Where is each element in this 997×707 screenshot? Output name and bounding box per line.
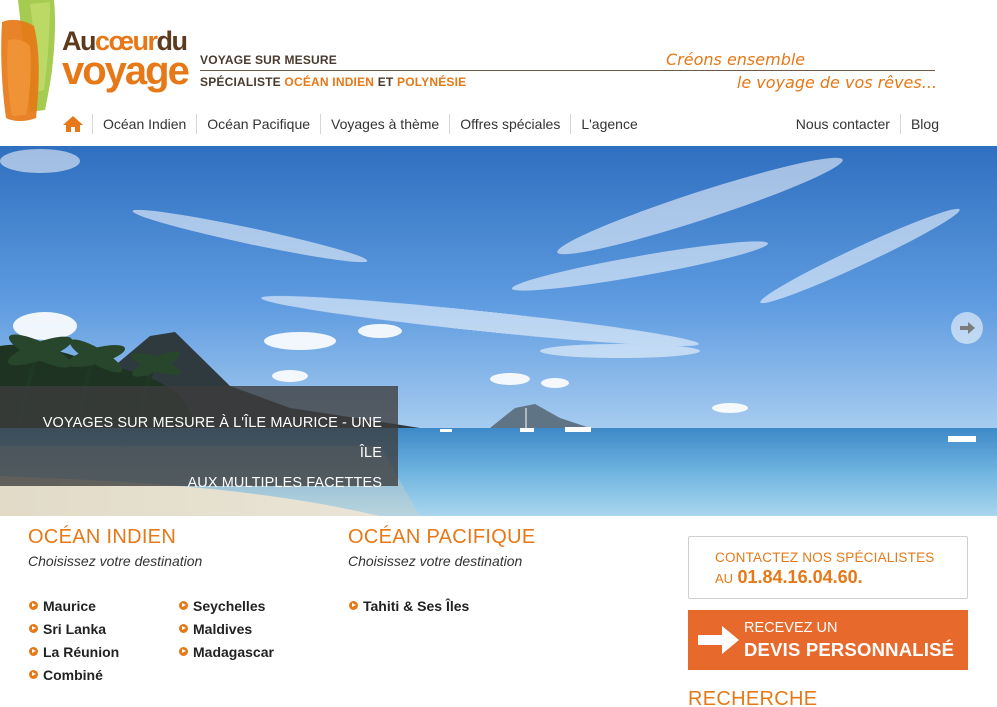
nav-item-offres-speciales[interactable]: Offres spéciales [449,114,570,134]
nav-item-contact[interactable]: Nous contacter [786,114,900,134]
main-nav: Océan Indien Océan Pacifique Voyages à t… [60,112,648,136]
ocean-pacifique-section: OCÉAN PACIFIQUE Choisissez votre destina… [348,526,536,569]
contact-box: CONTACTEZ NOS SPÉCIALISTES AU 01.84.16.0… [688,536,968,599]
recherche-title: RECHERCHE [688,688,818,707]
chevron-right-icon [179,624,188,633]
site-header: Aucœurdu voyage VOYAGE SUR MESURE SPÉCIA… [0,0,997,146]
devis-line1: RECEVEZ UN [744,620,838,636]
devis-button[interactable]: RECEVEZ UN DEVIS PERSONNALISÉ [688,610,968,670]
arrow-right-circle-icon [960,322,975,334]
hero-caption[interactable]: VOYAGES SUR MESURE À L'ÎLE MAURICE - UNE… [0,386,398,491]
dest-link-maurice[interactable]: Maurice [29,594,119,617]
contact-au: AU [715,571,734,586]
dest-link-maldives[interactable]: Maldives [179,617,274,640]
nav-item-ocean-indien[interactable]: Océan Indien [92,114,196,134]
hero-slider[interactable]: VOYAGES SUR MESURE À L'ÎLE MAURICE - UNE… [0,146,997,516]
chevron-right-icon [179,601,188,610]
ocean-indien-subtitle: Choisissez votre destination [28,553,203,569]
tagline-line2: SPÉCIALISTE OCÉAN INDIEN ET POLYNÉSIE [200,75,467,89]
chevron-right-icon [29,670,38,679]
dest-link-tahiti[interactable]: Tahiti & Ses Îles [349,594,469,617]
ocean-pacifique-subtitle: Choisissez votre destination [348,553,523,569]
ocean-indien-list-2: Seychelles Maldives Madagascar [179,594,274,663]
chevron-right-icon [29,647,38,656]
hero-caption-line2: AUX MULTIPLES FACETTES [187,475,382,491]
nav-item-voyages-a-theme[interactable]: Voyages à thème [320,114,449,134]
chevron-right-icon [179,647,188,656]
devis-line2: DEVIS PERSONNALISÉ [744,639,955,660]
ocean-pacifique-list: Tahiti & Ses Îles [349,594,469,617]
home-icon [63,116,83,132]
nav-item-ocean-pacifique[interactable]: Océan Pacifique [196,114,320,134]
dest-link-sri-lanka[interactable]: Sri Lanka [29,617,119,640]
chevron-right-icon [349,601,358,610]
dest-link-la-reunion[interactable]: La Réunion [29,640,119,663]
secondary-nav: Nous contacter Blog [786,112,949,136]
ocean-indien-list-1: Maurice Sri Lanka La Réunion Combiné [29,594,119,686]
tagline-divider [200,70,935,71]
chevron-right-icon [29,601,38,610]
nav-item-blog[interactable]: Blog [899,114,949,134]
nav-home-link[interactable] [60,114,86,134]
slogan-line2: le voyage de vos rêves... [736,73,937,92]
slogan-line1: Créons ensemble [666,50,806,69]
arrow-right-icon [698,626,739,654]
ocean-indien-section: OCÉAN INDIEN Choisissez votre destinatio… [28,526,202,569]
hero-caption-line1: VOYAGES SUR MESURE À L'ÎLE MAURICE - UNE… [42,415,382,461]
contact-phone[interactable]: 01.84.16.04.60. [738,567,863,587]
ocean-indien-title: OCÉAN INDIEN [28,526,177,548]
ocean-pacifique-title: OCÉAN PACIFIQUE [348,526,536,548]
slider-next-button[interactable] [951,312,983,344]
logo-line2: voyage [62,49,190,93]
tagline-line1: VOYAGE SUR MESURE [200,53,337,67]
contact-title: CONTACTEZ NOS SPÉCIALISTES [715,550,935,565]
logo[interactable]: Aucœurdu voyage [62,28,190,93]
dest-link-madagascar[interactable]: Madagascar [179,640,274,663]
dest-link-seychelles[interactable]: Seychelles [179,594,274,617]
chevron-right-icon [29,624,38,633]
logo-paint-splash [1,0,56,122]
nav-item-agence[interactable]: L'agence [570,114,647,134]
dest-link-combine[interactable]: Combiné [29,663,119,686]
